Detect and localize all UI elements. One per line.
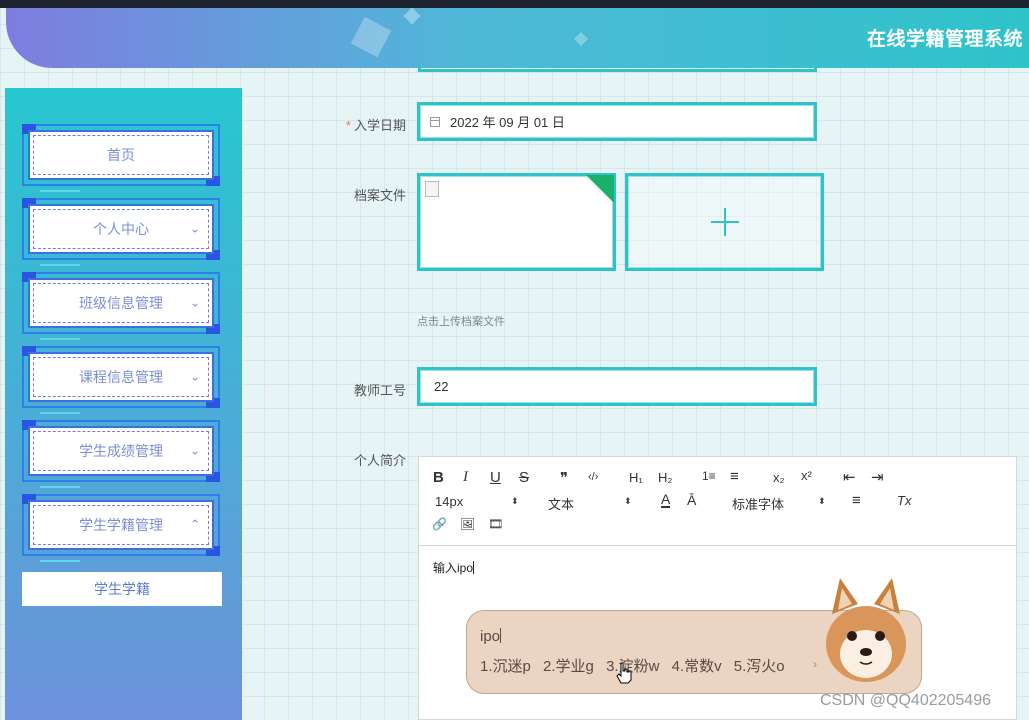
header-decoration xyxy=(403,8,421,25)
link-button[interactable]: 🔗 xyxy=(432,517,447,531)
broken-image-icon xyxy=(425,181,439,197)
select-arrow-icon: ⬍ xyxy=(624,496,632,506)
text-caret xyxy=(473,561,475,574)
app-header: 在线学籍管理系统 xyxy=(6,8,1029,68)
uploaded-file-thumbnail[interactable] xyxy=(417,173,616,271)
ime-candidate[interactable]: 4.常数v xyxy=(672,658,722,675)
superscript-button[interactable]: x² xyxy=(801,468,812,483)
code-block-button[interactable]: ‹/› xyxy=(588,471,598,483)
video-button[interactable]: 🎞 xyxy=(488,517,503,531)
sidebar-item-label: 课程信息管理 xyxy=(79,369,163,385)
header2-button[interactable]: H₂ xyxy=(658,470,672,485)
teacher-id-label: 教师工号 xyxy=(353,383,406,398)
align-button[interactable]: ≡ xyxy=(852,492,861,509)
sidebar-item-grades[interactable]: 学生成绩管理 ⌄ xyxy=(22,420,220,488)
app-title: 在线学籍管理系统 xyxy=(866,29,1023,50)
chevron-up-icon: ⌃ xyxy=(189,517,200,532)
calendar-icon xyxy=(430,116,440,127)
plus-icon xyxy=(710,208,739,236)
teacher-id-value: 22 xyxy=(434,379,449,394)
ordered-list-button[interactable]: 1≡ xyxy=(702,469,716,483)
sidebar-item-personal-center[interactable]: 个人中心 ⌄ xyxy=(22,198,220,266)
sidebar-item-home[interactable]: 首页 xyxy=(22,124,220,192)
sidebar-item-student-status[interactable]: 学生学籍管理 ⌃ xyxy=(22,494,220,562)
sidebar-item-label: 班级信息管理 xyxy=(79,295,163,311)
blockquote-button[interactable]: ❞ xyxy=(560,469,568,487)
bold-button[interactable]: B xyxy=(433,469,444,486)
clean-format-button[interactable]: Tx xyxy=(897,493,911,508)
indent-button[interactable]: ⇥ xyxy=(871,468,884,486)
ime-candidate[interactable]: 5.泻火o xyxy=(734,658,785,675)
editor-content[interactable]: 输入ipo xyxy=(433,559,475,576)
uploaded-success-corner xyxy=(586,175,614,203)
sidebar-item-class-info[interactable]: 班级信息管理 ⌄ xyxy=(22,272,220,340)
sidebar-item-label: 首页 xyxy=(107,147,135,163)
sidebar-item-label: 个人中心 xyxy=(93,221,149,237)
teacher-id-input[interactable]: 22 xyxy=(417,367,817,406)
chevron-down-icon: ⌄ xyxy=(189,221,200,236)
previous-field-edge xyxy=(418,66,817,72)
enroll-date-value: 2022 年 09 月 01 日 xyxy=(450,115,565,130)
submenu-item-student-records[interactable]: 学生学籍 xyxy=(22,572,222,606)
background-color-button[interactable]: Ā xyxy=(687,492,696,508)
header1-button[interactable]: H₁ xyxy=(629,470,643,485)
chevron-down-icon: ⌄ xyxy=(189,443,200,458)
image-button[interactable]: 🖼 xyxy=(460,517,475,531)
font-family-select[interactable]: 标准字体 ⬍ xyxy=(732,494,826,513)
strike-button[interactable]: S xyxy=(519,469,529,486)
font-size-select[interactable]: 14px ⬍ xyxy=(435,494,519,509)
enroll-date-label: * 入学日期 xyxy=(345,118,406,133)
header-decoration xyxy=(350,16,392,58)
sidebar-item-course-info[interactable]: 课程信息管理 ⌄ xyxy=(22,346,220,414)
sidebar-item-label: 学生学籍管理 xyxy=(79,517,163,533)
header-decoration xyxy=(573,31,589,47)
outdent-button[interactable]: ⇤ xyxy=(843,468,856,486)
underline-button[interactable]: U xyxy=(490,469,501,486)
ime-candidate[interactable]: 2.学业g xyxy=(543,658,594,675)
ime-next-page-icon[interactable]: › xyxy=(813,657,817,671)
ime-candidate[interactable]: 1.沉迷p xyxy=(480,658,531,675)
required-mark: * xyxy=(345,118,351,133)
select-arrow-icon: ⬍ xyxy=(511,496,519,506)
sidebar: 首页 个人中心 ⌄ 班级信息管理 ⌄ 课程信息管理 ⌄ 学生成绩管理 ⌄ 学生学… xyxy=(5,88,242,720)
hand-pointer-cursor xyxy=(616,662,632,684)
upload-hint: 点击上传档案文件 xyxy=(417,316,505,328)
upload-add-button[interactable] xyxy=(625,173,824,271)
editor-toolbar: B I U S ❞ ‹/› H₁ H₂ 1≡ ≡ x₂ x² ⇤ ⇥ 14px ⬍… xyxy=(419,457,1016,546)
header-select[interactable]: 文本 ⬍ xyxy=(548,494,632,513)
enroll-date-picker[interactable]: 2022 年 09 月 01 日 xyxy=(417,102,817,141)
ime-candidate[interactable]: 3.淀粉w xyxy=(606,658,659,675)
chevron-down-icon: ⌄ xyxy=(189,295,200,310)
italic-button[interactable]: I xyxy=(463,469,468,486)
csdn-watermark: CSDN @QQ402205496 xyxy=(820,692,991,709)
chevron-down-icon: ⌄ xyxy=(189,369,200,384)
bullet-list-button[interactable]: ≡ xyxy=(730,468,739,485)
sidebar-item-label: 学生成绩管理 xyxy=(79,443,163,459)
font-color-button[interactable]: A xyxy=(661,492,671,508)
ime-candidates: 1.沉迷p 2.学业g 3.淀粉w 4.常数v 5.泻火o xyxy=(480,655,793,676)
shiba-dog-skin-image xyxy=(826,578,906,682)
archive-file-label: 档案文件 xyxy=(353,188,406,203)
window-top-strip xyxy=(0,0,1029,8)
ime-composition: ipo xyxy=(480,628,502,645)
profile-label: 个人简介 xyxy=(353,453,406,468)
subscript-button[interactable]: x₂ xyxy=(773,470,785,485)
select-arrow-icon: ⬍ xyxy=(818,496,826,506)
